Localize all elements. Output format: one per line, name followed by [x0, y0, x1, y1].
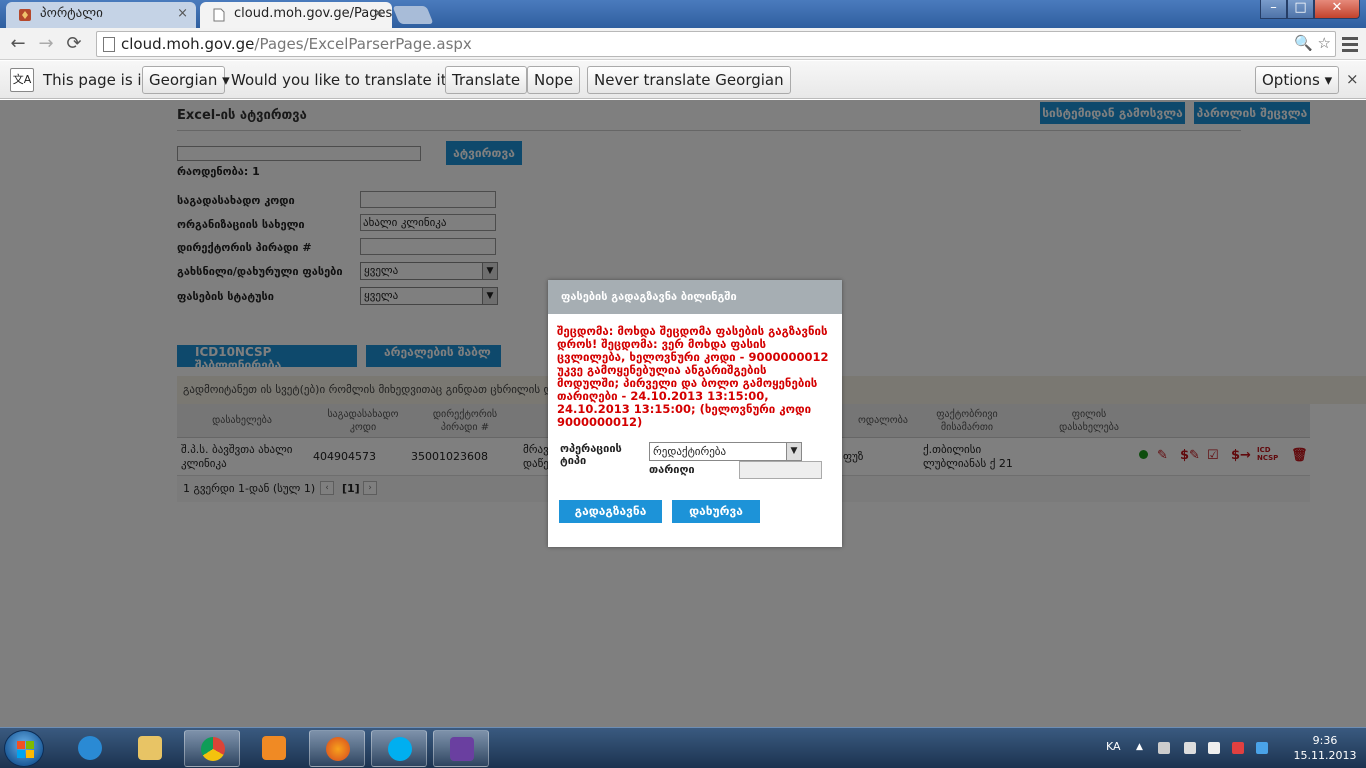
internet-explorer-icon[interactable]	[62, 730, 118, 767]
translate-bar: 文A This page is in Georgian ▾ Would you …	[0, 61, 1366, 99]
browser-toolbar: ← → ⟳ cloud.moh.gov.ge/Pages/ExcelParser…	[0, 28, 1366, 60]
error-message: შეცდომა: მოხდა შეცდომა ფასების გაგზავნის…	[557, 324, 829, 429]
new-tab-button[interactable]	[392, 6, 434, 24]
minimize-button[interactable]: –	[1260, 0, 1287, 19]
send-to-billing-dialog: ფასების გადაგზავნა ბილინგში შეცდომა: მოხ…	[548, 280, 842, 547]
close-tab-icon[interactable]: ×	[373, 2, 384, 26]
date-label: თარიღი	[649, 463, 695, 476]
document-icon	[212, 7, 226, 22]
language-indicator[interactable]: KA	[1106, 740, 1121, 753]
address-bar[interactable]: cloud.moh.gov.ge/Pages/ExcelParserPage.a…	[96, 31, 1336, 57]
send-button[interactable]: გადაგზავნა	[559, 500, 662, 523]
close-icon[interactable]: ×	[1346, 70, 1359, 88]
tab-excel-parser[interactable]: cloud.moh.gov.ge/Pages/ ×	[200, 2, 392, 28]
taskbar: KA ▲ 9:36 15.11.2013	[0, 727, 1366, 768]
translate-button[interactable]: Translate	[445, 66, 528, 94]
operation-type-select[interactable]: რედაქტირება ▼	[649, 442, 802, 461]
back-arrow-icon[interactable]: ←	[6, 32, 30, 56]
close-window-button[interactable]: ✕	[1314, 0, 1360, 19]
date-input[interactable]	[739, 461, 822, 479]
tab-strip: პორტალი × cloud.moh.gov.ge/Pages/ × – □ …	[0, 0, 1366, 28]
dropbox-icon[interactable]	[1256, 742, 1268, 754]
translate-question: Would you like to translate it?	[231, 71, 455, 89]
nope-button[interactable]: Nope	[527, 66, 581, 94]
url-text: cloud.moh.gov.ge/Pages/ExcelParserPage.a…	[121, 35, 472, 53]
options-button[interactable]: Options ▾	[1255, 66, 1340, 94]
skype-icon[interactable]	[371, 730, 427, 767]
menu-icon[interactable]	[1340, 34, 1360, 54]
device-icon[interactable]	[1158, 742, 1170, 754]
translate-prefix: This page is in	[43, 71, 152, 89]
coat-of-arms-icon	[18, 7, 32, 21]
chrome-icon[interactable]	[184, 730, 240, 767]
zoom-star-icons[interactable]: 🔍 ☆	[1294, 34, 1331, 52]
language-select[interactable]: Georgian ▾	[142, 66, 230, 94]
system-tray: KA ▲ 9:36 15.11.2013	[1100, 728, 1366, 768]
firefox-icon[interactable]	[309, 730, 365, 767]
chevron-down-icon: ▼	[786, 443, 801, 460]
maximize-button[interactable]: □	[1287, 0, 1314, 19]
dialog-title: ფასების გადაგზავნა ბილინგში	[548, 280, 842, 314]
close-tab-icon[interactable]: ×	[177, 2, 188, 26]
close-button[interactable]: დახურვა	[672, 500, 760, 523]
volume-icon[interactable]	[1208, 742, 1220, 754]
operation-type-label: ოპერაციის ტიპი	[560, 442, 622, 467]
translate-icon: 文A	[10, 68, 34, 92]
browser-window: პორტალი × cloud.moh.gov.ge/Pages/ × – □ …	[0, 0, 1366, 768]
page-icon	[103, 37, 115, 52]
file-explorer-icon[interactable]	[122, 730, 178, 767]
start-button[interactable]	[4, 730, 44, 767]
clock[interactable]: 9:36 15.11.2013	[1290, 733, 1360, 763]
media-player-icon[interactable]	[246, 730, 302, 767]
tab-title: cloud.moh.gov.ge/Pages/	[234, 6, 392, 21]
tab-title: პორტალი	[40, 6, 103, 21]
show-hidden-icons-icon[interactable]: ▲	[1136, 742, 1148, 754]
tab-portal[interactable]: პორტალი ×	[6, 2, 196, 28]
action-center-icon[interactable]	[1232, 742, 1244, 754]
network-icon[interactable]	[1184, 742, 1196, 754]
reload-icon[interactable]: ⟳	[62, 32, 86, 56]
forward-arrow-icon[interactable]: →	[34, 32, 58, 56]
djvu-viewer-icon[interactable]	[433, 730, 489, 767]
never-translate-button[interactable]: Never translate Georgian	[587, 66, 791, 94]
